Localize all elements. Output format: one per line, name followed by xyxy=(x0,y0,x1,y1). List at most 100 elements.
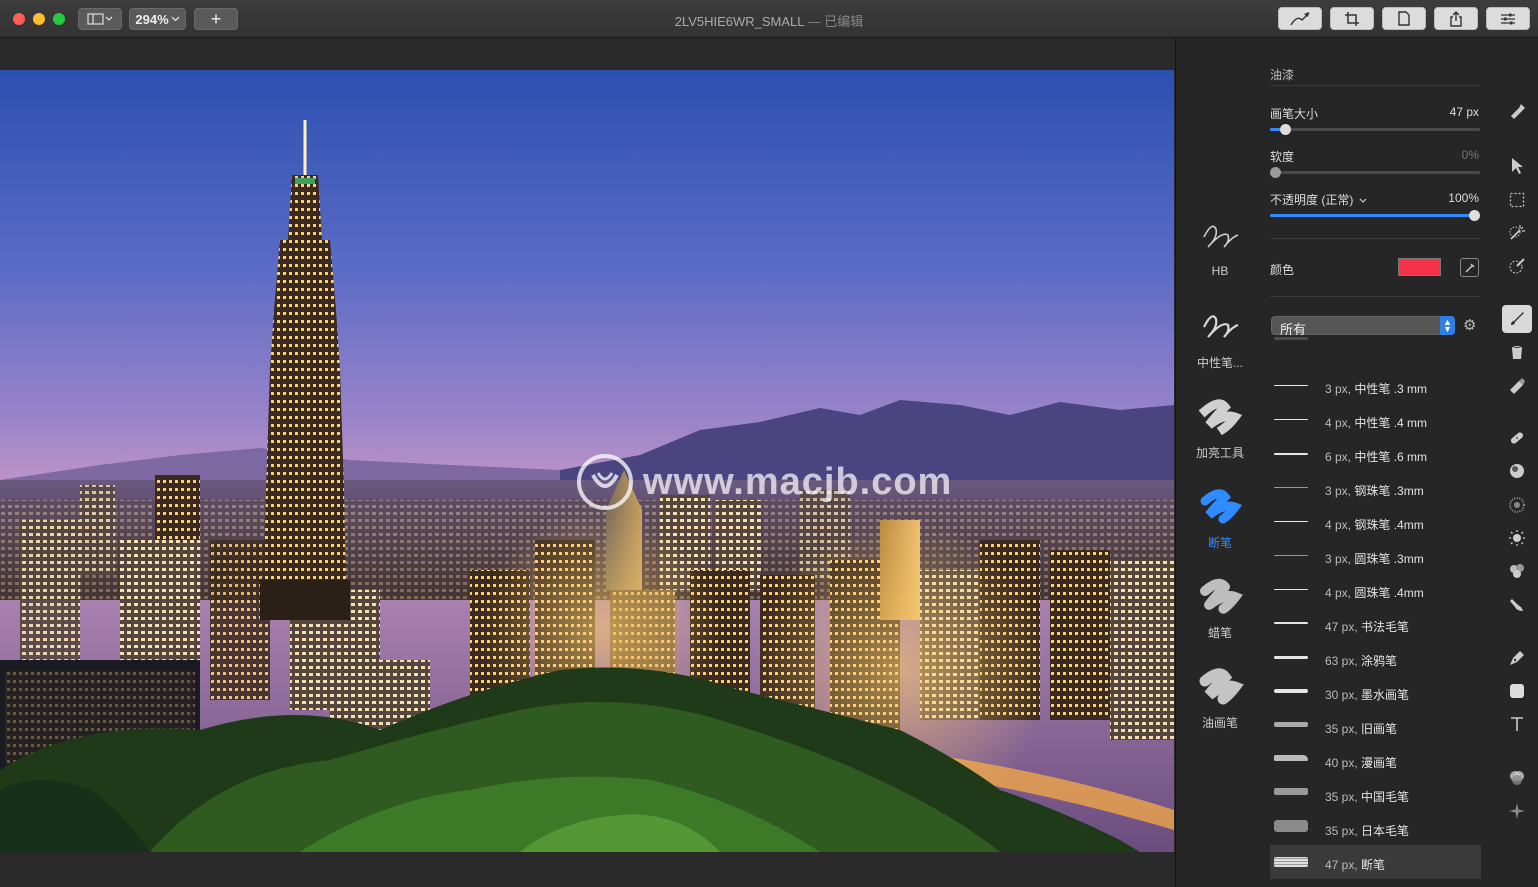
canvas-area[interactable]: www.macjb.com xyxy=(0,38,1175,887)
eraser-tool[interactable] xyxy=(1502,372,1532,400)
document-name: 2LV5HIE6WR_SMALL xyxy=(674,14,805,29)
stamp-tool[interactable] xyxy=(1502,98,1532,126)
blur-tool[interactable] xyxy=(1502,491,1532,519)
color-adjust-tool[interactable] xyxy=(1502,764,1532,792)
preset-item[interactable]: 63 px, 涂鸦笔 xyxy=(1270,641,1481,675)
preset-item[interactable]: 4 px, 圆珠笔 .4mm xyxy=(1270,573,1481,607)
preset-label: 4 px, 中性笔 .4 mm xyxy=(1325,416,1428,430)
stroke-preview xyxy=(1274,487,1308,488)
preset-label: 47 px, 书法毛笔 xyxy=(1325,620,1410,634)
shape-tool[interactable] xyxy=(1502,677,1532,705)
paint-brush-tool[interactable] xyxy=(1502,305,1532,333)
slider-knob[interactable] xyxy=(1270,167,1281,178)
tool-bar xyxy=(1496,38,1538,887)
share-button[interactable] xyxy=(1434,7,1478,30)
crop-icon xyxy=(1345,11,1359,26)
brush-type-list: HB 中性笔... 加亮工具 断笔 蜡笔 油画笔 xyxy=(1176,38,1264,887)
preset-item[interactable]: 4 px, 中性笔 .4 mm xyxy=(1270,403,1481,437)
preset-item[interactable]: 3 px, 钢珠笔 .3mm xyxy=(1270,471,1481,505)
watermark-logo-icon xyxy=(577,454,633,510)
chevron-down-icon xyxy=(171,16,180,22)
pen-tool[interactable] xyxy=(1502,644,1532,672)
opacity-slider[interactable] xyxy=(1270,210,1480,221)
preset-item[interactable]: 30 px, 墨水画笔 xyxy=(1270,675,1481,709)
zoom-window-button[interactable] xyxy=(53,13,65,25)
quick-select-tool[interactable] xyxy=(1502,252,1532,280)
preset-label: 35 px, 日本毛笔 xyxy=(1325,824,1410,838)
preset-item[interactable]: 3 px, 圆珠笔 .3mm xyxy=(1270,539,1481,573)
sparkle-tool[interactable] xyxy=(1502,797,1532,825)
document-icon xyxy=(1398,11,1410,26)
preset-label: 3 px, 圆珠笔 .3mm xyxy=(1325,552,1424,566)
softness-value: 0% xyxy=(1461,148,1479,162)
rect-select-tool[interactable] xyxy=(1502,186,1532,214)
preset-item[interactable]: 35 px, 旧画笔 xyxy=(1270,709,1481,743)
eraser-icon xyxy=(1510,378,1525,394)
smudge-tool[interactable] xyxy=(1502,590,1532,618)
broken-pen-stroke-icon xyxy=(1200,489,1243,524)
preset-item[interactable]: 4 px, 钢珠笔 .4mm xyxy=(1270,505,1481,539)
share-icon xyxy=(1450,10,1462,27)
stroke-preview xyxy=(1274,656,1308,659)
brush-settings: 油漆 画笔大小 47 px 软度 0% 不透明度 (正常) 100% 颜色 所有… xyxy=(1270,38,1481,887)
rect-select-icon xyxy=(1509,192,1525,208)
brush-type-broken-pen[interactable]: 断笔 xyxy=(1176,480,1264,551)
brush-type-label: 加亮工具 xyxy=(1195,446,1244,460)
zoom-select[interactable]: 294% xyxy=(129,8,186,30)
preset-label: 40 px, 漫画笔 xyxy=(1325,756,1398,770)
brush-type-gel-pen[interactable]: 中性笔... xyxy=(1176,300,1264,371)
preset-item[interactable]: 40 px, 漫画笔 xyxy=(1270,743,1481,777)
preset-item-selected[interactable]: 47 px, 断笔 xyxy=(1270,845,1481,879)
brush-size-label: 画笔大小 xyxy=(1270,107,1319,121)
color-swatch[interactable] xyxy=(1398,258,1441,276)
brush-type-oil-brush[interactable]: 油画笔 xyxy=(1176,660,1264,731)
clone-tool[interactable] xyxy=(1502,457,1532,485)
gel-pen-stroke-icon xyxy=(1203,315,1239,338)
pen-icon xyxy=(1510,651,1524,665)
brush-type-highlighter[interactable]: 加亮工具 xyxy=(1176,390,1264,461)
preset-item[interactable]: 47 px, 书法毛笔 xyxy=(1270,607,1481,641)
new-document-button[interactable] xyxy=(1382,7,1426,30)
preset-item[interactable]: 6 px, 中性笔 .6 mm xyxy=(1270,437,1481,471)
magic-wand-tool[interactable] xyxy=(1502,219,1532,247)
brush-type-label: 断笔 xyxy=(1207,536,1232,550)
preset-item[interactable]: 35 px, 日本毛笔 xyxy=(1270,811,1481,845)
close-window-button[interactable] xyxy=(13,13,25,25)
move-tool[interactable] xyxy=(1502,152,1532,180)
crop-button[interactable] xyxy=(1330,7,1374,30)
opacity-label-text: 不透明度 (正常) xyxy=(1270,193,1354,207)
brush-type-hb[interactable]: HB xyxy=(1176,210,1264,278)
brush-size-value: 47 px xyxy=(1449,105,1479,119)
list-item-partial xyxy=(1270,332,1481,344)
chevron-down-icon xyxy=(1359,198,1367,203)
brush-type-crayon[interactable]: 蜡笔 xyxy=(1176,570,1264,641)
watermark-text: www.macjb.com xyxy=(643,460,953,503)
stroke-preview xyxy=(1274,755,1308,761)
text-tool[interactable] xyxy=(1502,710,1532,738)
opacity-label[interactable]: 不透明度 (正常) xyxy=(1270,191,1367,208)
paint-bucket-tool[interactable] xyxy=(1502,338,1532,366)
divider xyxy=(1270,85,1480,86)
preset-item[interactable]: 3 px, 中性笔 .3 mm xyxy=(1270,369,1481,403)
minimize-window-button[interactable] xyxy=(33,13,45,25)
softness-slider[interactable] xyxy=(1270,167,1480,178)
dodge-tool[interactable] xyxy=(1502,524,1532,552)
sidebar-toggle-button[interactable] xyxy=(78,8,122,30)
divider xyxy=(1270,296,1480,297)
eyedropper-button[interactable] xyxy=(1460,258,1479,277)
preset-item[interactable]: 35 px, 中国毛笔 xyxy=(1270,777,1481,811)
stroke-preview xyxy=(1274,820,1308,832)
heal-tool[interactable] xyxy=(1502,424,1532,452)
draw-mode-button[interactable] xyxy=(1278,7,1322,30)
stroke-preview xyxy=(1274,385,1308,386)
magic-wand-icon xyxy=(1509,225,1525,240)
pen-tool-icon xyxy=(1290,11,1310,25)
brush-size-slider[interactable] xyxy=(1270,124,1480,135)
brush-preset-list[interactable]: 3 px, 中性笔 .3 mm 4 px, 中性笔 .4 mm 6 px, 中性… xyxy=(1270,334,1481,887)
sponge-tool[interactable] xyxy=(1502,557,1532,585)
slider-knob[interactable] xyxy=(1469,210,1480,221)
adjustments-button[interactable] xyxy=(1486,7,1530,30)
stroke-preview xyxy=(1274,453,1308,455)
add-layer-button[interactable]: + xyxy=(194,8,238,30)
slider-knob[interactable] xyxy=(1280,124,1291,135)
